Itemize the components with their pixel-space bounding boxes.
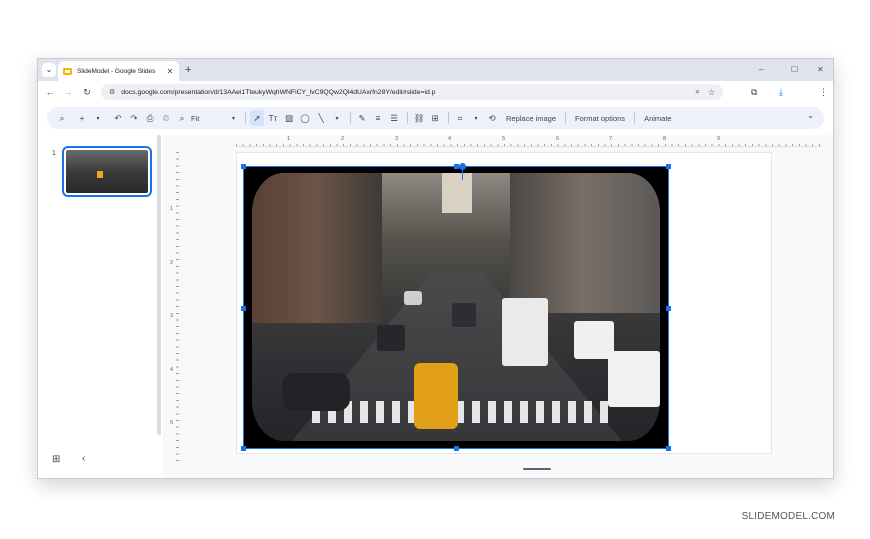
selection-box — [241, 163, 671, 451]
extensions-icon[interactable]: ⧉ — [751, 85, 757, 99]
crop-dropdown-icon[interactable]: ▾ — [469, 110, 483, 126]
ruler-label: 6 — [556, 136, 560, 142]
bookmark-star-icon[interactable]: ☆ — [708, 88, 715, 97]
ruler-label: 4 — [448, 136, 452, 142]
ruler-label: 5 — [170, 420, 174, 426]
resize-handle-s[interactable] — [454, 446, 459, 451]
zoom-icon[interactable]: ⌕ — [175, 110, 189, 126]
slide-filmstrip: 1 ⊞ ‹ — [38, 135, 163, 478]
print-icon[interactable]: ⎙ — [143, 110, 157, 126]
resize-handle-se[interactable] — [666, 446, 671, 451]
maximize-icon[interactable]: ☐ — [791, 63, 798, 77]
slides-toolbar: ⌕ + ▾ ↶ ↷ ⎙ ♲ ⌕ Fit ▾ ➚ Tт ▨ ◯ ╲ ▾ ✎ ≡ ☰… — [47, 107, 824, 129]
zoom-magnifier-icon[interactable]: ⌕ — [695, 87, 699, 97]
ruler-label: 1 — [287, 136, 291, 142]
new-slide-icon[interactable]: + — [75, 110, 89, 126]
text-box-icon[interactable]: Tт — [266, 110, 280, 126]
toolbar-divider — [565, 112, 567, 124]
site-settings-icon[interactable]: ⚙ — [109, 88, 115, 96]
forward-arrow-icon[interactable]: → — [62, 85, 74, 99]
speaker-notes-drag-handle[interactable] — [523, 468, 551, 470]
back-arrow-icon[interactable]: ← — [44, 85, 56, 99]
insert-image-icon[interactable]: ▨ — [282, 110, 296, 126]
slide-thumbnail[interactable] — [62, 146, 152, 197]
browser-window: ⌄ SlideModel - Google Slides ✕ + – ☐ ✕ ←… — [37, 58, 834, 479]
paint-format-icon[interactable]: ♲ — [159, 110, 173, 126]
ruler-label: 7 — [609, 136, 613, 142]
undo-icon[interactable]: ↶ — [111, 110, 125, 126]
resize-handle-w[interactable] — [241, 306, 246, 311]
tab-title: SlideModel - Google Slides — [77, 67, 156, 75]
slide-thumbnail-image — [66, 150, 148, 193]
rotate-handle[interactable] — [459, 163, 466, 170]
tab-close-icon[interactable]: ✕ — [166, 67, 174, 76]
toolbar-divider — [245, 112, 246, 124]
toolbar-divider — [448, 112, 449, 124]
border-color-icon[interactable]: ✎ — [355, 110, 369, 126]
resize-handle-ne[interactable] — [666, 164, 671, 169]
menu-kebab-icon[interactable]: ⋮ — [819, 85, 828, 99]
slidemodel-watermark: SLIDEMODEL.COM — [741, 511, 835, 522]
add-comment-icon[interactable]: ⊞ — [428, 110, 442, 126]
toolbar-divider — [350, 112, 351, 124]
zoom-select[interactable]: Fit ▾ — [191, 114, 235, 123]
address-bar: ← → ↻ ⚙ docs.google.com/presentation/d/1… — [38, 81, 833, 103]
ruler-label: 5 — [502, 136, 506, 142]
resize-handle-e[interactable] — [666, 306, 671, 311]
new-tab-button[interactable]: + — [185, 63, 191, 77]
shape-icon[interactable]: ◯ — [298, 110, 312, 126]
border-dash-icon[interactable]: ☰ — [387, 110, 401, 126]
ruler-label: 2 — [170, 260, 174, 266]
horizontal-ruler[interactable]: 1 2 3 4 5 6 7 8 9 — [236, 136, 822, 147]
tab-strip: ⌄ SlideModel - Google Slides ✕ + – ☐ ✕ — [38, 59, 833, 81]
select-cursor-icon[interactable]: ➚ — [250, 110, 264, 126]
ruler-label: 2 — [341, 136, 345, 142]
animate-button[interactable]: Animate — [644, 114, 672, 123]
resize-handle-sw[interactable] — [241, 446, 246, 451]
ruler-label: 3 — [170, 313, 174, 319]
new-slide-dropdown-icon[interactable]: ▾ — [91, 110, 105, 126]
redo-icon[interactable]: ↷ — [127, 110, 141, 126]
ruler-label: 1 — [170, 206, 174, 212]
format-options-button[interactable]: Format options — [575, 114, 625, 123]
border-weight-icon[interactable]: ≡ — [371, 110, 385, 126]
replace-image-button[interactable]: Replace image — [506, 114, 556, 123]
line-icon[interactable]: ╲ — [314, 110, 328, 126]
url-omnibox[interactable]: ⚙ docs.google.com/presentation/d/13AAei1… — [101, 84, 723, 100]
tab-search-icon[interactable]: ⌄ — [42, 63, 56, 77]
filmstrip-scrollbar[interactable] — [157, 135, 161, 435]
ruler-label: 3 — [395, 136, 399, 142]
ruler-label: 4 — [170, 367, 174, 373]
slide-page[interactable] — [236, 152, 772, 454]
line-dropdown-icon[interactable]: ▾ — [330, 110, 344, 126]
tab-google-slides[interactable]: SlideModel - Google Slides ✕ — [58, 61, 179, 81]
ruler-label: 9 — [717, 136, 721, 142]
resize-handle-n[interactable] — [454, 164, 459, 169]
reset-image-icon[interactable]: ⟲ — [485, 110, 499, 126]
search-menus-icon[interactable]: ⌕ — [55, 110, 69, 126]
crop-icon[interactable]: ⌗ — [453, 110, 467, 126]
toolbar-divider — [634, 112, 636, 124]
url-text[interactable]: docs.google.com/presentation/d/13AAei1Tt… — [121, 89, 687, 96]
reload-icon[interactable]: ↻ — [81, 85, 93, 99]
minimize-icon[interactable]: – — [759, 63, 763, 77]
slide-canvas: 1 2 3 4 5 6 7 8 9 1 2 3 4 5 — [163, 135, 833, 478]
hide-menus-chevron-icon[interactable]: ⌄ — [807, 111, 814, 120]
zoom-value: Fit — [191, 113, 200, 123]
toolbar-divider — [407, 112, 408, 124]
resize-handle-nw[interactable] — [241, 164, 246, 169]
slide-number: 1 — [52, 150, 56, 157]
collapse-filmstrip-icon[interactable]: ‹ — [82, 453, 85, 464]
google-slides-icon — [63, 67, 72, 75]
grid-view-icon[interactable]: ⊞ — [52, 454, 60, 465]
download-icon[interactable]: ⤓ — [779, 85, 783, 99]
close-window-icon[interactable]: ✕ — [817, 63, 824, 77]
insert-link-icon[interactable]: ⛓ — [412, 110, 426, 126]
vertical-ruler[interactable]: 1 2 3 4 5 — [170, 152, 180, 462]
ruler-label: 8 — [663, 136, 667, 142]
zoom-dropdown-icon: ▾ — [231, 115, 235, 122]
